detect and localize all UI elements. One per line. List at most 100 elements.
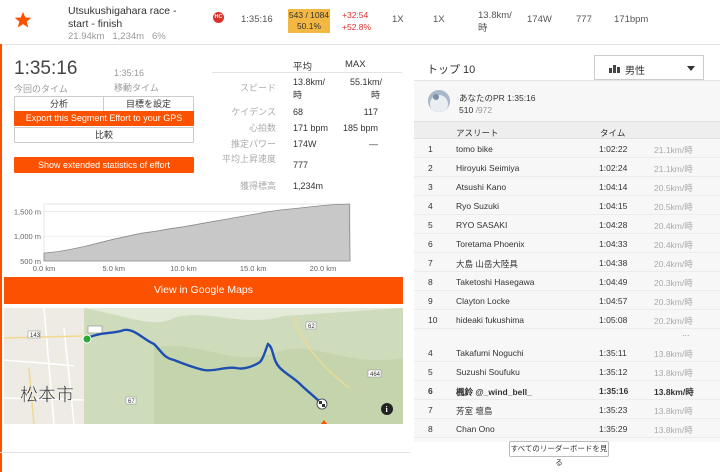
table-row[interactable]: 1 tomo bike 1:02:22 21.1km/時 xyxy=(414,139,720,158)
pr-rank-total: /972 xyxy=(475,105,493,115)
analyze-button[interactable]: 分析 xyxy=(15,97,104,111)
athlete-speed: 20.5km/時 xyxy=(654,202,693,212)
table-row[interactable]: 2 Hiroyuki Seimiya 1:02:24 21.1km/時 xyxy=(414,158,720,177)
leaderboard-rank: 8 xyxy=(428,277,433,287)
table-row[interactable]: 6 楓鈴 @_wind_bell_ 1:35:16 13.8km/時 xyxy=(414,381,720,400)
y-tick-label: 1,500 m xyxy=(14,207,41,216)
pr-rank: 510 /972 xyxy=(459,105,492,115)
table-row[interactable]: 5 Suzushi Soufuku 1:35:12 13.8km/時 xyxy=(414,362,720,381)
athlete-time: 1:04:38 xyxy=(599,258,628,268)
table-row[interactable]: 10 hideaki fukushima 1:05:08 20.2km/時 xyxy=(414,310,720,329)
table-row[interactable]: 7 芳室 壇島 1:35:23 13.8km/時 xyxy=(414,400,720,419)
athlete-name[interactable]: 大島 山岳大陸具 xyxy=(456,258,518,270)
athlete-speed: 13.8km/時 xyxy=(654,387,694,397)
stat-label-elevation: 獲得標高 xyxy=(239,181,276,191)
athlete-speed: 20.5km/時 xyxy=(654,183,693,193)
road-label: 62 xyxy=(308,324,315,330)
leaderboard-rank: 5 xyxy=(428,367,433,377)
diff-percent: +52.8% xyxy=(342,22,372,32)
athlete-speed: 13.8km/時 xyxy=(654,349,693,359)
pr-rank-value: 510 xyxy=(459,105,474,115)
selection-bar xyxy=(0,44,2,472)
athlete-name[interactable]: RYO SASAKI xyxy=(456,220,507,230)
leaderboard-rank: 2 xyxy=(428,163,433,173)
leaderboard-rank: 6 xyxy=(428,386,433,396)
athlete-name[interactable]: Suzushi Soufuku xyxy=(456,367,520,377)
compare-button[interactable]: 比較 xyxy=(14,127,194,143)
table-row[interactable]: 6 Toretama Phoenix 1:04:33 20.4km/時 xyxy=(414,234,720,253)
athlete-name[interactable]: hideaki fukushima xyxy=(456,315,524,325)
col-b-value: 1X xyxy=(433,14,445,25)
athlete-time: 1:02:24 xyxy=(599,163,628,173)
avatar[interactable] xyxy=(428,90,450,112)
athlete-time: 1:05:08 xyxy=(599,315,628,325)
leaderboard-rank: 5 xyxy=(428,220,433,230)
table-row[interactable]: 4 Ryo Suzuki 1:04:15 20.5km/時 xyxy=(414,196,720,215)
table-row[interactable]: 5 RYO SASAKI 1:04:28 20.4km/時 xyxy=(414,215,720,234)
finish-marker xyxy=(316,398,328,410)
leaderboard-rank: 3 xyxy=(428,182,433,192)
x-tick-label: 10.0 km xyxy=(170,264,197,273)
route-map[interactable]: 松本市 143 67 62 464 i xyxy=(4,308,403,424)
table-row[interactable]: 8 Chan Ono 1:35:29 13.8km/時 xyxy=(414,419,720,438)
full-leaderboard-button[interactable]: すべてのリーダーボードを見る xyxy=(509,441,609,467)
athlete-name[interactable]: Ryo Suzuki xyxy=(456,201,499,211)
x-tick-label: 0.0 km xyxy=(33,264,56,273)
star-icon[interactable] xyxy=(14,11,32,29)
leaderboard-rank: 6 xyxy=(428,239,433,249)
y-tick-label: 1,000 m xyxy=(14,232,41,241)
athlete-speed: 20.4km/時 xyxy=(654,240,693,250)
athlete-name[interactable]: tomo bike xyxy=(456,144,493,154)
gender-filter-dropdown[interactable]: 男性 xyxy=(594,55,704,80)
stat-avg-heartrate: 171 bpm xyxy=(293,123,329,133)
athlete-name[interactable]: 芳室 壇島 xyxy=(456,405,492,417)
leaderboard-rank: 7 xyxy=(428,405,433,415)
table-row[interactable]: 7 大島 山岳大陸具 1:04:38 20.4km/時 xyxy=(414,253,720,272)
athlete-time: 1:35:12 xyxy=(599,367,628,377)
moving-time: 1:35:16 xyxy=(114,68,145,78)
athlete-time: 1:02:22 xyxy=(599,144,628,154)
table-row[interactable]: 3 Atsushi Kano 1:04:14 20.5km/時 xyxy=(414,177,720,196)
diff-time: +32:54 xyxy=(342,10,369,20)
athlete-name[interactable]: Toretama Phoenix xyxy=(456,239,525,249)
export-gps-button[interactable]: Export this Segment Effort to your GPS xyxy=(14,111,194,126)
stat-label-heartrate: 心拍数 xyxy=(248,123,276,133)
athlete-time: 1:04:14 xyxy=(599,182,628,192)
segment-speed: 13.8km/時 xyxy=(478,10,512,34)
athlete-time: 1:04:15 xyxy=(599,201,628,211)
athlete-speed: 20.3km/時 xyxy=(654,278,693,288)
athlete-name[interactable]: 楓鈴 @_wind_bell_ xyxy=(456,386,532,398)
start-marker xyxy=(82,334,92,344)
athlete-time: 1:35:16 xyxy=(599,386,629,396)
leaderboard-rank: 1 xyxy=(428,144,433,154)
extended-stats-button[interactable]: Show extended statistics of effort xyxy=(14,157,194,173)
pr-title: あなたのPR 1:35:16 xyxy=(459,93,536,103)
stat-max-speed: 55.1km/時 xyxy=(350,77,383,100)
athlete-time: 1:04:28 xyxy=(599,220,628,230)
bar-chart-icon xyxy=(609,65,620,73)
col-a-value: 1X xyxy=(392,14,404,25)
table-row[interactable]: 4 Takafumi Noguchi 1:35:11 13.8km/時 xyxy=(414,343,720,362)
segment-distance: 21.94km xyxy=(68,31,105,42)
athlete-name[interactable]: Chan Ono xyxy=(456,424,495,434)
stats-col-max: MAX xyxy=(345,59,366,70)
google-maps-button[interactable]: View in Google Maps xyxy=(4,277,403,304)
athlete-name[interactable]: Clayton Locke xyxy=(456,296,510,306)
segment-title[interactable]: Utsukushigahara race -start - finish xyxy=(68,5,188,31)
table-row[interactable]: 8 Taketoshi Hasegawa 1:04:49 20.3km/時 xyxy=(414,272,720,291)
athlete-name[interactable]: Atsushi Kano xyxy=(456,182,506,192)
left-bottom-divider xyxy=(0,452,410,453)
table-row[interactable]: 9 Clayton Locke 1:04:57 20.3km/時 xyxy=(414,291,720,310)
athlete-name[interactable]: Hiroyuki Seimiya xyxy=(456,163,519,173)
athlete-name[interactable]: Taketoshi Hasegawa xyxy=(456,277,534,287)
athlete-speed: 13.8km/時 xyxy=(654,368,693,378)
segment-heartrate: 171bpm xyxy=(614,14,649,25)
athlete-time: 1:04:33 xyxy=(599,239,628,249)
info-icon[interactable]: i xyxy=(381,403,393,415)
set-goal-button[interactable]: 目標を設定 xyxy=(104,97,193,111)
leaderboard-rank: 4 xyxy=(428,348,433,358)
col-c-value: 777 xyxy=(576,14,592,25)
segment-meta: 21.94km 1,234m 6% xyxy=(68,31,166,42)
athlete-name[interactable]: Takafumi Noguchi xyxy=(456,348,524,358)
leaderboard-rank: 4 xyxy=(428,201,433,211)
